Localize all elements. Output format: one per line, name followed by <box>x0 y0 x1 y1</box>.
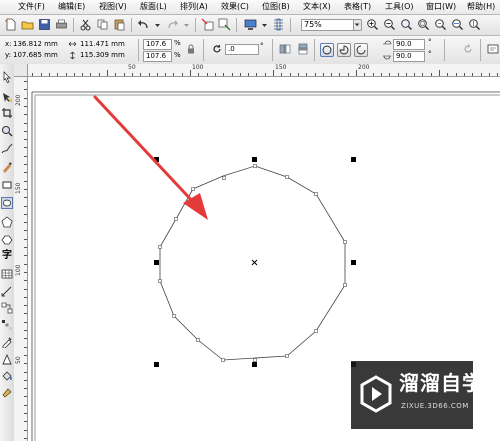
polygon-node[interactable] <box>172 314 176 318</box>
polygon-node[interactable] <box>191 187 195 191</box>
center-mark-icon <box>251 259 258 266</box>
watermark-url: ZIXUE.3D66.COM <box>401 402 469 410</box>
play-logo-icon <box>360 375 392 413</box>
watermark-brand: 溜溜自学 <box>399 371 483 395</box>
polygon-node[interactable] <box>253 358 257 362</box>
polygon-node[interactable] <box>285 175 289 179</box>
polygon-node[interactable] <box>222 176 226 180</box>
handle-bottom-center[interactable] <box>252 362 257 367</box>
polygon-node[interactable] <box>343 240 347 244</box>
polygon-node[interactable] <box>158 245 162 249</box>
handle-top-right[interactable] <box>351 157 356 162</box>
polygon-node[interactable] <box>174 217 178 221</box>
annotation-arrow <box>93 95 198 207</box>
handle-middle-right[interactable] <box>351 260 356 265</box>
handle-bottom-left[interactable] <box>154 362 159 367</box>
watermark: 溜溜自学 ZIXUE.3D66.COM <box>351 361 482 429</box>
polygon-node[interactable] <box>253 164 257 168</box>
polygon-node[interactable] <box>314 192 318 196</box>
polygon-node[interactable] <box>221 358 225 362</box>
polygon-node[interactable] <box>314 329 318 333</box>
polygon-node[interactable] <box>285 354 289 358</box>
polygon-node[interactable] <box>196 338 200 342</box>
polygon-node[interactable] <box>158 279 162 283</box>
handle-middle-left[interactable] <box>154 260 159 265</box>
handle-top-center[interactable] <box>252 157 257 162</box>
polygon-node[interactable] <box>343 283 347 287</box>
